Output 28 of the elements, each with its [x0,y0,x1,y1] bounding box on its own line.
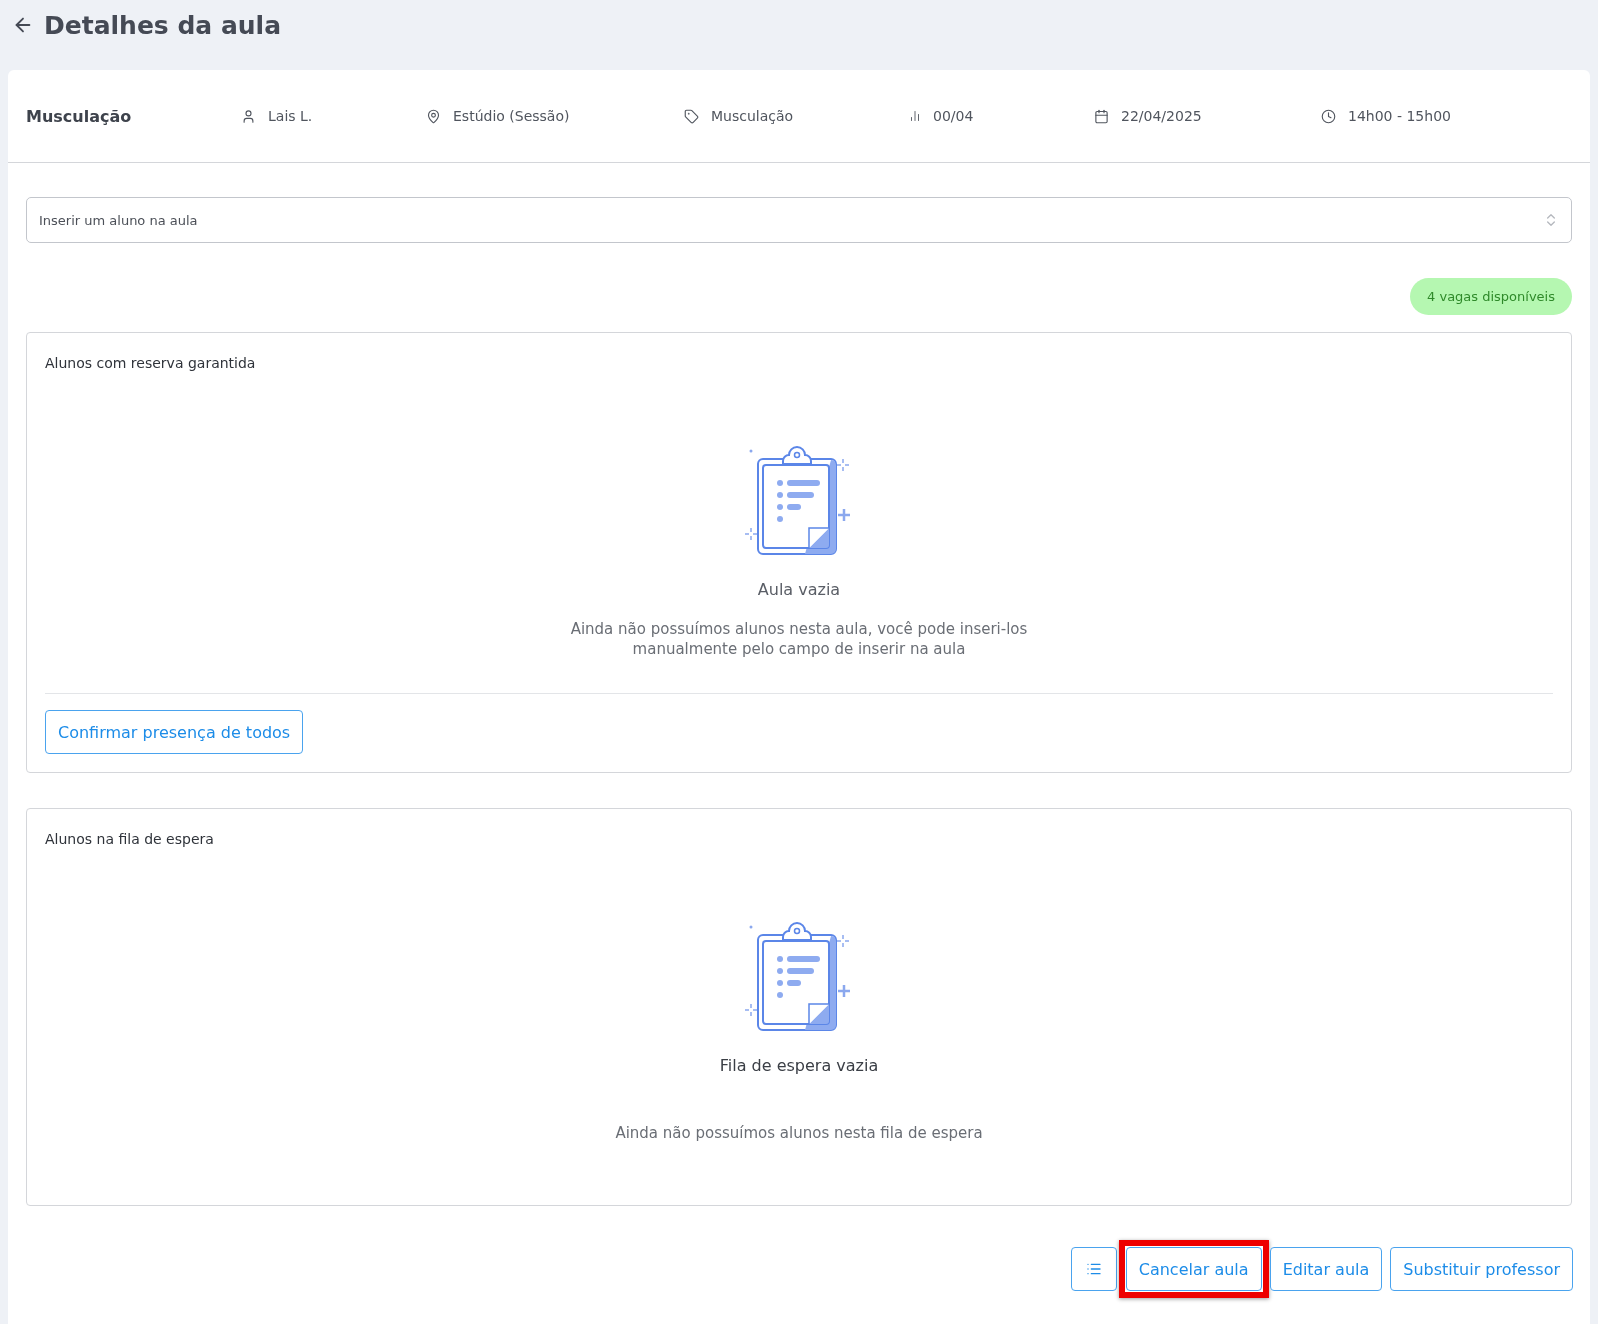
list-icon [1085,1261,1102,1277]
class-detail: Lais L. [268,108,313,124]
class-detail: Estúdio (Sessão) [453,108,570,124]
availability-badge: 4 vagas disponíveis [1410,278,1572,315]
empty-title: Aula vazia [757,580,841,599]
footer-button[interactable]: Cancelar aula [1125,1247,1262,1291]
tag-icon [684,108,699,124]
page-title: Detalhes da aula [44,10,281,40]
clock-icon [1321,108,1336,124]
panel-title: Alunos com reserva garantida [45,355,257,371]
panel-title: Alunos na fila de espera [45,831,215,847]
bar-chart-icon [909,110,921,122]
class-detail: 14h00 - 15h00 [1348,108,1451,124]
location-pin-icon [426,108,441,124]
class-detail: Musculação [711,108,794,124]
class-detail: 00/04 [933,108,974,124]
footer-button[interactable]: Editar aula [1269,1247,1383,1291]
empty-message: Ainda não possuímos alunos nesta fila de espera [614,1123,984,1143]
student-select[interactable]: Inserir um aluno na aula [26,197,1572,243]
calendar-icon [1094,108,1109,124]
empty-title: Fila de espera vazia [719,1056,879,1075]
footer-button[interactable]: Substituir professor [1390,1247,1573,1291]
confirm-all-button[interactable]: Confirmar presença de todos [45,710,304,754]
class-name: Musculação [26,106,133,126]
list-button[interactable] [1070,1247,1117,1291]
person-icon [241,108,256,124]
class-detail: 22/04/2025 [1121,108,1202,124]
empty-message: Ainda não possuímos alunos nesta aula, você pode inseri-los manualmente pelo campo de inserir na aula [569,619,1029,659]
